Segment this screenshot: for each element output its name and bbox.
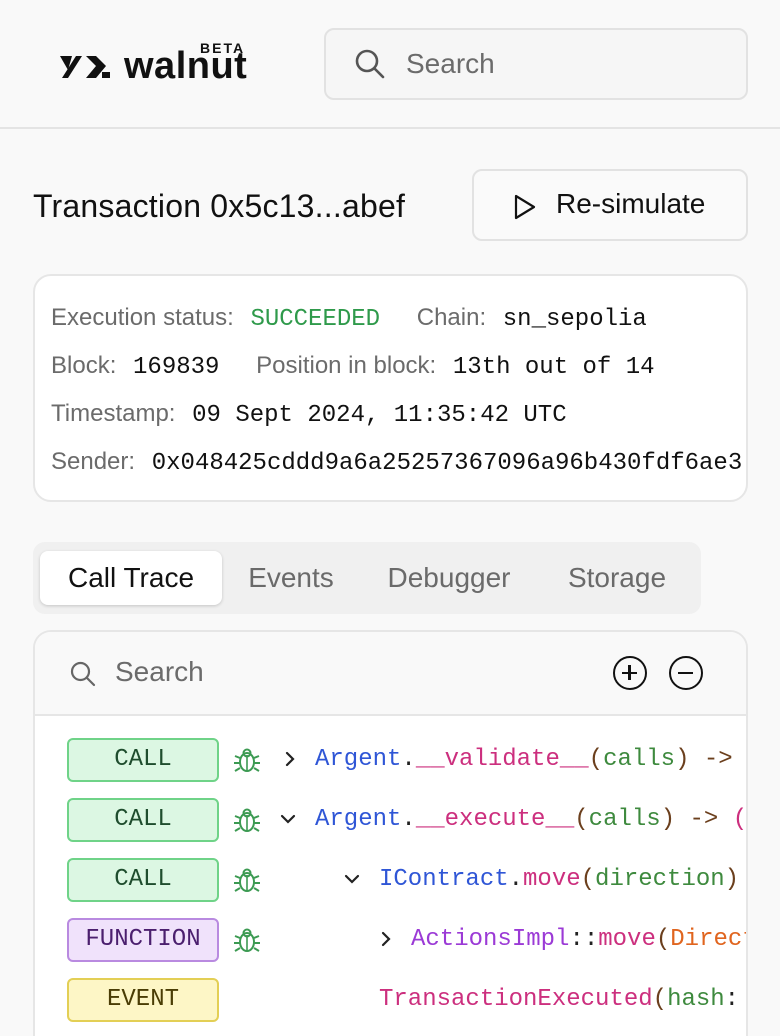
argument: direction bbox=[595, 866, 725, 893]
search-icon bbox=[355, 49, 385, 79]
walnut-logo-mark-icon bbox=[60, 56, 110, 78]
chain-value: sn_sepolia bbox=[502, 306, 647, 333]
tab-storage[interactable]: Storage bbox=[547, 551, 687, 605]
contract-name: Argent bbox=[315, 806, 402, 833]
play-icon bbox=[514, 194, 536, 220]
execution-status-label: Execution status: bbox=[51, 304, 234, 331]
collapse-all-button[interactable] bbox=[669, 656, 703, 690]
sender-value[interactable]: 0x048425cddd9a6a25257367096a96b430fdf6ae… bbox=[152, 450, 743, 477]
call-badge: CALL bbox=[67, 858, 219, 902]
sender-label: Sender: bbox=[51, 448, 136, 475]
info-row-sender: Sender: 0x048425cddd9a6a25257367096a96b4… bbox=[51, 447, 742, 479]
trace-call-signature: IContract.move(direction) bbox=[379, 864, 739, 896]
tab-call-trace[interactable]: Call Trace bbox=[40, 551, 222, 605]
paren: ( bbox=[655, 926, 671, 953]
chevron-right-icon[interactable] bbox=[375, 928, 397, 950]
block-value[interactable]: 169839 bbox=[133, 354, 219, 381]
info-row-block: Block: 169839 Position in block: 13th ou… bbox=[51, 351, 655, 383]
position-label: Position in block: bbox=[256, 352, 437, 379]
event-name: TransactionExecuted bbox=[379, 986, 653, 1013]
info-row-timestamp: Timestamp: 09 Sept 2024, 11:35:42 UTC bbox=[51, 399, 567, 431]
call-badge: CALL bbox=[67, 798, 219, 842]
return-paren: ( bbox=[718, 806, 748, 833]
separator: :: bbox=[569, 926, 599, 953]
argument: calls bbox=[588, 806, 661, 833]
impl-name: ActionsImpl bbox=[411, 926, 570, 953]
call-trace-panel: CALL Argent.__validate__(calls) -> CALL … bbox=[33, 630, 748, 1036]
trace-row[interactable]: CALL Argent.__validate__(calls) -> bbox=[35, 738, 746, 782]
paren: ( bbox=[574, 806, 589, 833]
global-search-input[interactable] bbox=[406, 44, 726, 84]
return-arrow: ) -> bbox=[660, 806, 719, 833]
paren: ( bbox=[580, 866, 596, 893]
position-value: 13th out of 14 bbox=[452, 354, 655, 381]
bug-icon[interactable] bbox=[233, 806, 261, 834]
paren-close: ) bbox=[724, 866, 740, 893]
chevron-right-icon[interactable] bbox=[279, 748, 301, 770]
tab-events[interactable]: Events bbox=[229, 551, 353, 605]
search-icon bbox=[70, 661, 96, 687]
function-name: __validate__ bbox=[415, 746, 589, 773]
top-header: walnut BETA bbox=[0, 0, 780, 129]
trace-row[interactable]: CALL Argent.__execute__(calls) -> ( bbox=[35, 798, 748, 842]
trace-row[interactable]: FUNCTION ActionsImpl::move(Direct bbox=[35, 918, 746, 962]
trace-search-input[interactable] bbox=[115, 652, 555, 692]
colon: : bbox=[724, 986, 740, 1013]
bug-icon[interactable] bbox=[233, 866, 261, 894]
function-badge: FUNCTION bbox=[67, 918, 219, 962]
execution-status-value: SUCCEEDED bbox=[250, 306, 381, 333]
chevron-down-icon[interactable] bbox=[277, 808, 299, 830]
trace-call-signature: Argent.__validate__(calls) -> bbox=[315, 744, 733, 776]
call-badge: CALL bbox=[67, 738, 219, 782]
trace-row[interactable]: CALL IContract.move(direction) bbox=[35, 858, 746, 902]
function-name: move bbox=[523, 866, 581, 893]
beta-badge: BETA bbox=[200, 40, 246, 56]
bug-icon[interactable] bbox=[233, 746, 261, 774]
function-name: __execute__ bbox=[415, 806, 575, 833]
return-arrow: ) -> bbox=[675, 746, 733, 773]
argument: calls bbox=[603, 746, 676, 773]
trace-call-signature: Argent.__execute__(calls) -> ( bbox=[315, 804, 748, 836]
event-field: hash bbox=[667, 986, 725, 1013]
expand-all-button[interactable] bbox=[613, 656, 647, 690]
chevron-down-icon[interactable] bbox=[341, 868, 363, 890]
tab-bar: Call Trace Events Debugger Storage bbox=[33, 542, 701, 614]
page-title: Transaction 0x5c13...abef bbox=[33, 188, 406, 224]
contract-name: Argent bbox=[315, 746, 402, 773]
separator: . bbox=[401, 746, 416, 773]
contract-name: IContract bbox=[379, 866, 509, 893]
trace-row[interactable]: EVENT TransactionExecuted(hash: bbox=[35, 978, 746, 1022]
paren: ( bbox=[652, 986, 668, 1013]
tab-debugger[interactable]: Debugger bbox=[369, 551, 529, 605]
chain-label: Chain: bbox=[416, 304, 487, 331]
resimulate-label: Re-simulate bbox=[556, 188, 706, 219]
global-search[interactable] bbox=[324, 28, 748, 100]
trace-event-signature: TransactionExecuted(hash: bbox=[379, 984, 739, 1016]
walnut-logo[interactable]: walnut BETA bbox=[58, 40, 273, 88]
resimulate-button[interactable]: Re-simulate bbox=[472, 169, 748, 241]
transaction-info-card: Execution status: SUCCEEDED Chain: sn_se… bbox=[33, 274, 748, 502]
bug-icon[interactable] bbox=[233, 926, 261, 954]
timestamp-value: 09 Sept 2024, 11:35:42 UTC bbox=[192, 402, 567, 429]
trace-call-signature: ActionsImpl::move(Direct bbox=[411, 924, 746, 956]
info-row-status: Execution status: SUCCEEDED Chain: sn_se… bbox=[51, 303, 647, 335]
trace-search-bar bbox=[35, 632, 746, 716]
separator: . bbox=[508, 866, 524, 893]
plus-circle-icon-vertical bbox=[628, 665, 631, 680]
minus-circle-icon bbox=[678, 671, 693, 674]
block-label: Block: bbox=[51, 352, 117, 379]
argument-type: Direct bbox=[670, 926, 746, 953]
paren: ( bbox=[588, 746, 604, 773]
event-badge: EVENT bbox=[67, 978, 219, 1022]
separator: . bbox=[401, 806, 416, 833]
timestamp-label: Timestamp: bbox=[51, 400, 176, 427]
function-name: move bbox=[598, 926, 656, 953]
